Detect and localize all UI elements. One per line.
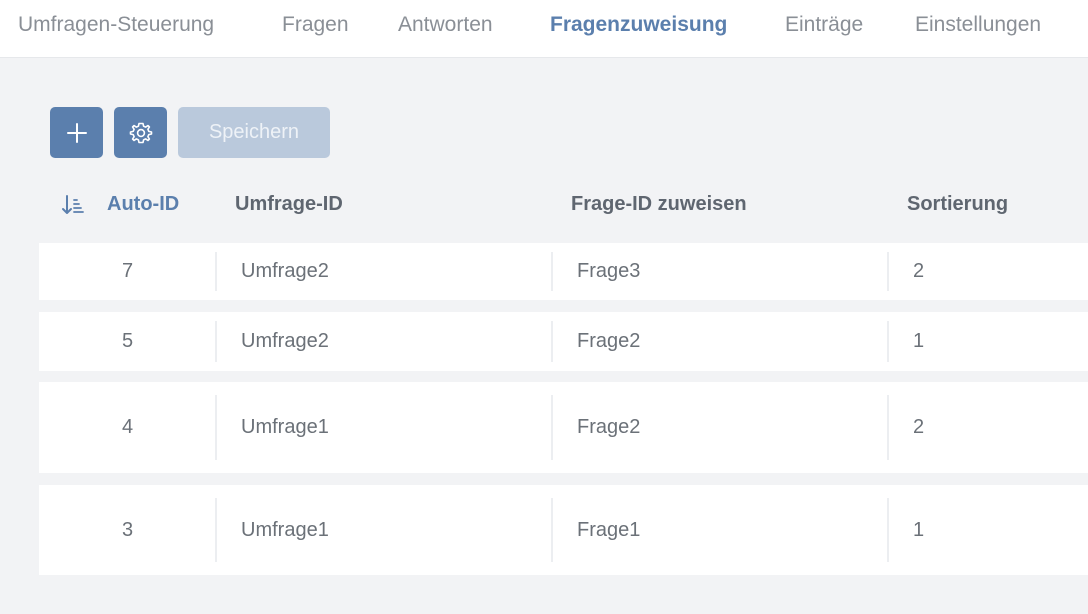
column-divider bbox=[887, 252, 889, 291]
column-divider bbox=[887, 321, 889, 362]
column-header-frage-id-zuweisen[interactable]: Frage-ID zuweisen bbox=[571, 180, 747, 228]
cell-auto-id: 4 bbox=[121, 416, 134, 438]
cell-umfrage-id: Umfrage1 bbox=[241, 518, 329, 541]
table-row[interactable]: 4 Umfrage1 Frage2 2 bbox=[39, 382, 1088, 473]
column-divider bbox=[551, 498, 553, 562]
column-divider bbox=[551, 395, 553, 460]
cell-frage-id: Frage1 bbox=[577, 518, 641, 541]
cell-auto-id: 7 bbox=[121, 260, 134, 282]
column-divider bbox=[887, 498, 889, 562]
add-button[interactable] bbox=[50, 107, 103, 158]
table-row[interactable]: 3 Umfrage1 Frage1 1 bbox=[39, 485, 1088, 575]
save-button[interactable]: Speichern bbox=[178, 107, 330, 158]
table-row[interactable]: 7 Umfrage2 Frage3 2 bbox=[39, 243, 1088, 300]
cell-frage-id: Frage2 bbox=[577, 416, 641, 438]
column-divider bbox=[551, 252, 553, 291]
tab-antworten[interactable]: Antworten bbox=[398, 0, 493, 50]
column-header-umfrage-id[interactable]: Umfrage-ID bbox=[235, 180, 343, 228]
cell-umfrage-id: Umfrage2 bbox=[241, 330, 329, 352]
cell-umfrage-id: Umfrage1 bbox=[241, 416, 329, 438]
gear-icon bbox=[129, 122, 152, 143]
column-divider bbox=[551, 321, 553, 362]
settings-button[interactable] bbox=[114, 107, 167, 158]
column-divider bbox=[215, 498, 217, 562]
cell-frage-id: Frage2 bbox=[577, 330, 641, 352]
tab-bar: Umfragen-Steuerung Fragen Antworten Frag… bbox=[0, 0, 1088, 58]
tab-einstellungen[interactable]: Einstellungen bbox=[915, 0, 1041, 50]
column-divider bbox=[887, 395, 889, 460]
tab-fragenzuweisung[interactable]: Fragenzuweisung bbox=[550, 0, 727, 50]
table-header: Auto-ID Umfrage-ID Frage-ID zuweisen Sor… bbox=[0, 180, 1088, 228]
cell-sortierung: 1 bbox=[913, 330, 925, 352]
cell-auto-id: 5 bbox=[121, 330, 134, 352]
cell-sortierung: 2 bbox=[913, 416, 925, 438]
column-divider bbox=[215, 395, 217, 460]
plus-icon bbox=[66, 122, 87, 143]
table-row[interactable]: 5 Umfrage2 Frage2 1 bbox=[39, 312, 1088, 371]
column-divider bbox=[215, 321, 217, 362]
tab-umfragen-steuerung[interactable]: Umfragen-Steuerung bbox=[18, 0, 214, 50]
cell-sortierung: 2 bbox=[913, 260, 925, 282]
tab-eintraege[interactable]: Einträge bbox=[785, 0, 863, 50]
column-divider bbox=[215, 252, 217, 291]
cell-frage-id: Frage3 bbox=[577, 260, 641, 282]
tab-fragen[interactable]: Fragen bbox=[282, 0, 349, 50]
column-header-sortierung[interactable]: Sortierung bbox=[907, 180, 1008, 228]
cell-umfrage-id: Umfrage2 bbox=[241, 260, 329, 282]
column-header-auto-id[interactable]: Auto-ID bbox=[107, 180, 179, 228]
cell-auto-id: 3 bbox=[121, 518, 134, 541]
cell-sortierung: 1 bbox=[913, 518, 925, 541]
